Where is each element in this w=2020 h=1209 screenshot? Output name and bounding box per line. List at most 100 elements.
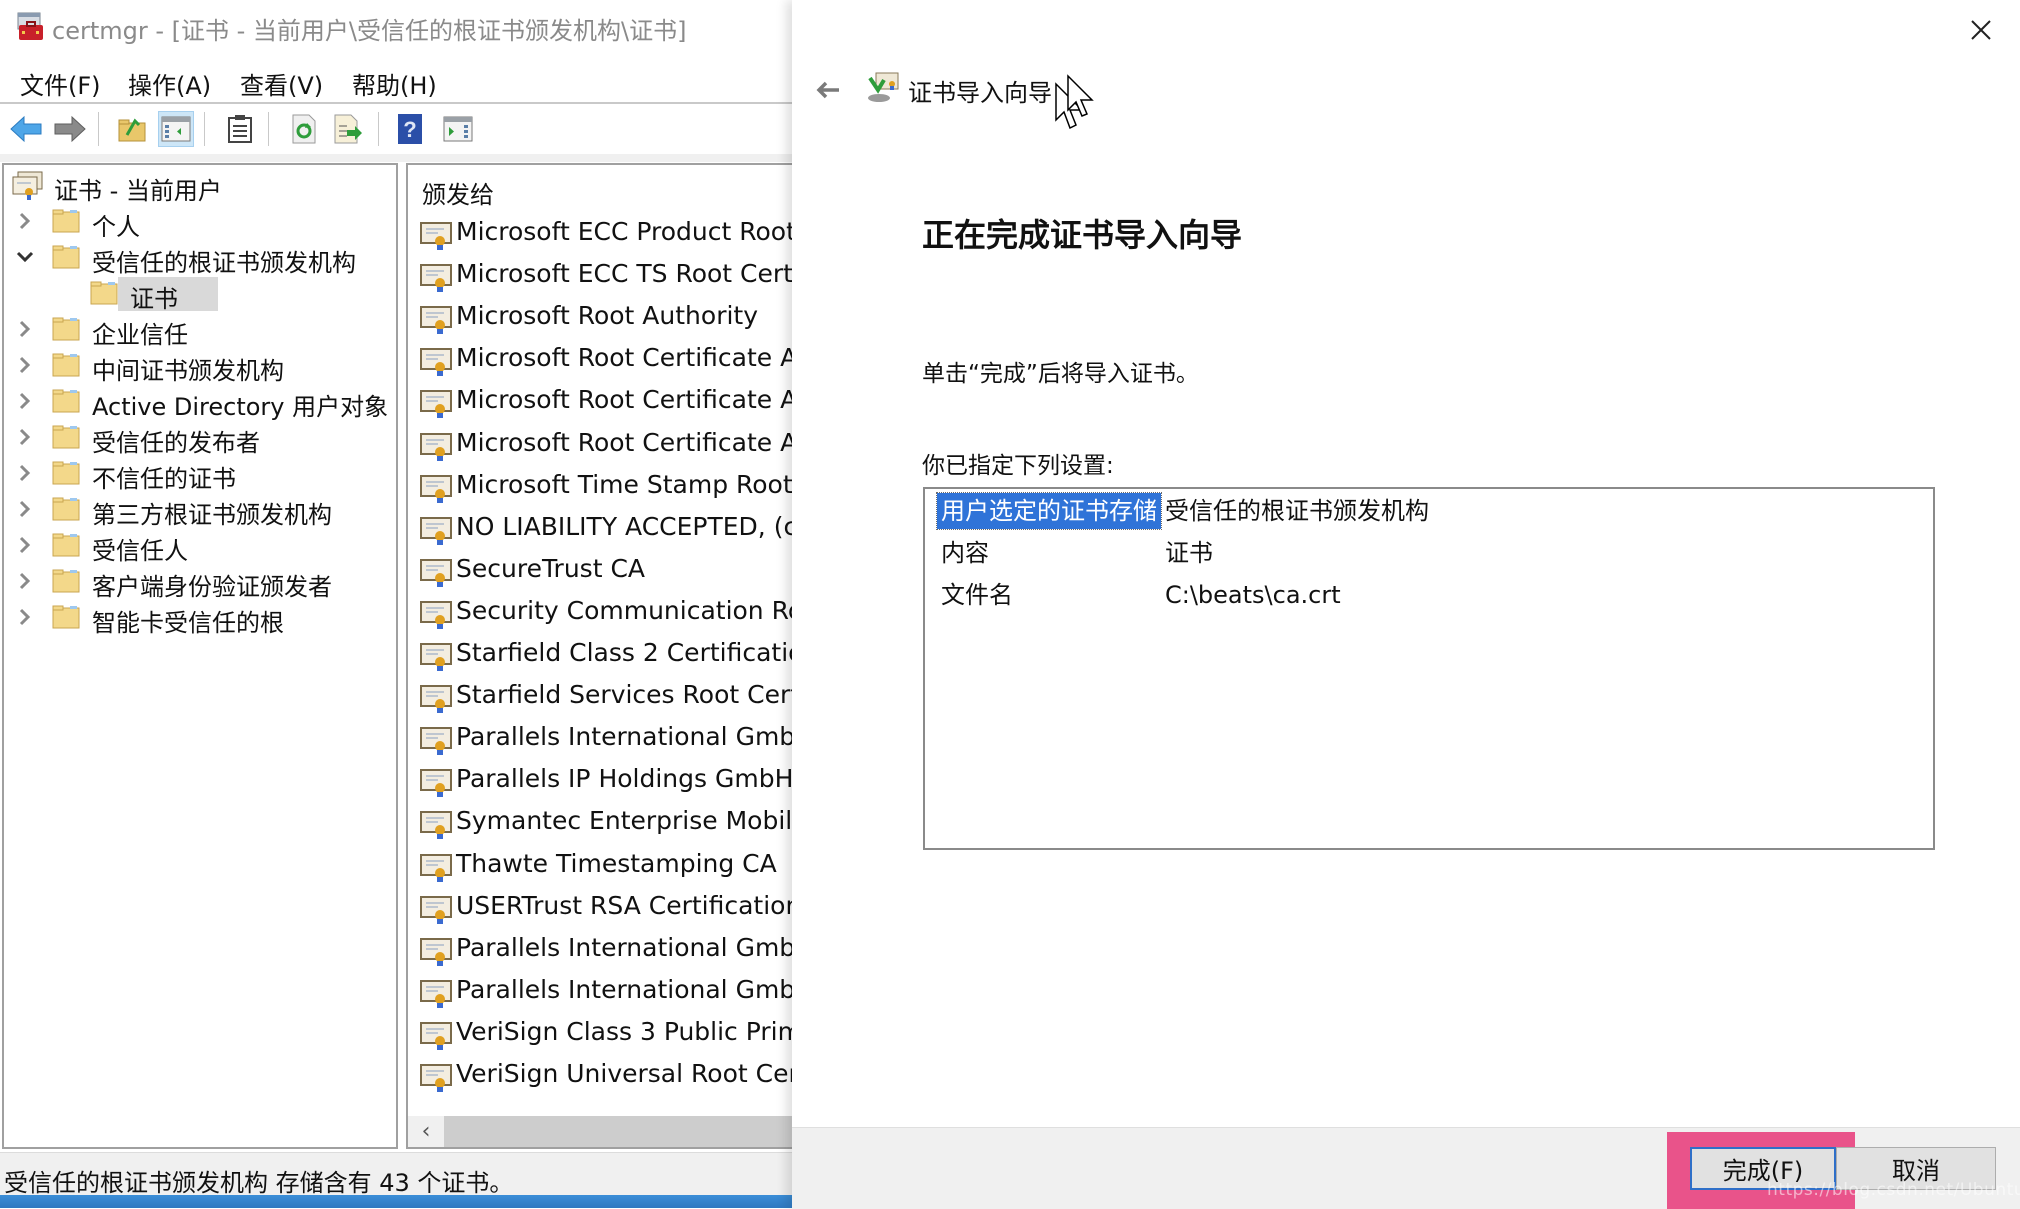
folder-icon: [52, 425, 80, 449]
chevron-right-icon[interactable]: [16, 532, 36, 558]
show-hide-tree-button[interactable]: [158, 111, 194, 147]
tree-item-label: 不信任的证书: [92, 465, 236, 493]
settings-list[interactable]: 用户选定的证书存储 受信任的根证书颁发机构 内容 证书 文件名 C:\beats…: [923, 487, 1935, 850]
list-item[interactable]: Microsoft Time Stamp Root Ce...: [420, 468, 792, 508]
certificate-icon: [420, 517, 452, 545]
scroll-left-icon[interactable]: ‹: [408, 1116, 444, 1147]
certificate-icon: [420, 559, 452, 587]
tree-item[interactable]: 客户端身份验证颁发者: [4, 565, 396, 601]
list-item[interactable]: Parallels International GmbH: [420, 931, 792, 971]
settings-row[interactable]: 内容 证书: [925, 531, 1933, 573]
tree-item-label: 证书: [130, 285, 178, 313]
copy-button[interactable]: [222, 111, 258, 147]
close-button[interactable]: [1956, 10, 2006, 50]
tree-item[interactable]: 证书: [4, 277, 396, 313]
list-item-label: Microsoft ECC Product Root C...: [456, 217, 792, 246]
tree-item[interactable]: 受信任人: [4, 529, 396, 565]
menu-view[interactable]: 查看(V): [240, 66, 323, 101]
tree-item[interactable]: 不信任的证书: [4, 457, 396, 493]
wizard-back-button[interactable]: [808, 70, 848, 110]
list-item-label: Microsoft ECC TS Root Certific...: [456, 259, 792, 288]
tree-item-label: 受信任人: [92, 537, 188, 565]
chevron-right-icon[interactable]: [16, 568, 36, 594]
folder-icon: [52, 605, 80, 629]
show-action-pane-button[interactable]: [440, 111, 476, 147]
tree-root[interactable]: 证书 - 当前用户: [4, 169, 396, 205]
settings-value: 受信任的根证书颁发机构: [1165, 497, 1429, 525]
list-item[interactable]: Security Communication Root...: [420, 594, 792, 634]
svg-text:?: ?: [403, 117, 416, 142]
menu-file[interactable]: 文件(F): [20, 66, 101, 101]
list-item[interactable]: Starfield Class 2 Certification A...: [420, 636, 792, 676]
scrollbar-thumb[interactable]: [444, 1116, 792, 1147]
list-item[interactable]: Microsoft ECC Product Root C...: [420, 215, 792, 255]
forward-arrow-icon: [54, 115, 86, 143]
chevron-right-icon[interactable]: [16, 352, 36, 378]
refresh-icon: [292, 114, 316, 144]
column-header-issued-to[interactable]: 颁发给: [422, 175, 494, 210]
help-button[interactable]: ?: [392, 111, 428, 147]
chevron-right-icon[interactable]: [16, 388, 36, 414]
certificate-icon: [420, 811, 452, 839]
list-item[interactable]: Microsoft Root Certificate Aut...: [420, 426, 792, 466]
list-item[interactable]: NO LIABILITY ACCEPTED, (c)9...: [420, 510, 792, 550]
tree-item[interactable]: 第三方根证书颁发机构: [4, 493, 396, 529]
certificate-icon: [420, 306, 452, 334]
list-item[interactable]: VeriSign Class 3 Public Primary...: [420, 1015, 792, 1055]
toolbar-separator: [204, 112, 205, 146]
certificate-icon: [420, 727, 452, 755]
tree-item[interactable]: 受信任的发布者: [4, 421, 396, 457]
list-item[interactable]: Parallels IP Holdings GmbH: [420, 762, 792, 802]
list-item[interactable]: Microsoft Root Certificate Aut...: [420, 383, 792, 423]
list-item[interactable]: Microsoft Root Authority: [420, 299, 792, 339]
menu-help[interactable]: 帮助(H): [352, 66, 437, 101]
chevron-right-icon[interactable]: [16, 316, 36, 342]
menu-action[interactable]: 操作(A): [128, 66, 211, 101]
chevron-right-icon[interactable]: [16, 424, 36, 450]
folder-icon: [90, 281, 118, 305]
tree-item[interactable]: 企业信任: [4, 313, 396, 349]
chevron-down-icon[interactable]: [16, 244, 36, 270]
folder-icon: [52, 497, 80, 521]
list-item[interactable]: SecureTrust CA: [420, 552, 792, 592]
list-item[interactable]: Microsoft ECC TS Root Certific...: [420, 257, 792, 297]
list-item-label: SecureTrust CA: [456, 554, 646, 583]
wizard-heading: 正在完成证书导入向导: [922, 216, 1243, 254]
list-item[interactable]: VeriSign Universal Root Certifi...: [420, 1057, 792, 1097]
folder-icon: [52, 389, 80, 413]
chevron-right-icon[interactable]: [16, 208, 36, 234]
tree-item[interactable]: 中间证书颁发机构: [4, 349, 396, 385]
console-tree: 证书 - 当前用户 个人 受信任的根证书颁发机构证书 企业信任 中间证书颁发机构 Act…: [2, 163, 398, 1149]
list-item[interactable]: Parallels International GmbH: [420, 973, 792, 1013]
refresh-button[interactable]: [286, 111, 322, 147]
certificate-icon: [420, 643, 452, 671]
horizontal-scrollbar[interactable]: ‹: [408, 1116, 792, 1147]
list-item[interactable]: Thawte Timestamping CA: [420, 847, 792, 887]
forward-button[interactable]: [52, 111, 88, 147]
list-item[interactable]: Microsoft Root Certificate Aut...: [420, 341, 792, 381]
list-item-label: Security Communication Root...: [456, 596, 792, 625]
back-button[interactable]: [8, 111, 44, 147]
tree-item[interactable]: Active Directory 用户对象: [4, 385, 396, 421]
settings-row[interactable]: 用户选定的证书存储 受信任的根证书颁发机构: [925, 489, 1933, 531]
tree-item[interactable]: 受信任的根证书颁发机构: [4, 241, 396, 277]
export-list-button[interactable]: [330, 111, 366, 147]
settings-row[interactable]: 文件名 C:\beats\ca.crt: [925, 573, 1933, 615]
list-item[interactable]: Parallels International Gmbh: [420, 720, 792, 760]
chevron-right-icon[interactable]: [16, 604, 36, 630]
watermark-text: https://blog.csdn.net/UbuntuTouch: [1767, 1180, 2020, 1200]
list-item[interactable]: USERTrust RSA Certification A...: [420, 889, 792, 929]
export-list-icon: [334, 114, 362, 144]
tree-item[interactable]: 个人: [4, 205, 396, 241]
list-item-label: Starfield Services Root Certific...: [456, 680, 792, 709]
certificate-icon: [420, 980, 452, 1008]
tree-item[interactable]: 智能卡受信任的根: [4, 601, 396, 637]
chevron-right-icon[interactable]: [16, 496, 36, 522]
list-item[interactable]: Symantec Enterprise Mobile R...: [420, 804, 792, 844]
list-item[interactable]: Starfield Services Root Certific...: [420, 678, 792, 718]
wizard-button-bar: 完成(F) 取消 https://blog.csdn.net/UbuntuTou…: [792, 1127, 2020, 1209]
tree-item-label: 个人: [92, 213, 140, 241]
certificate-icon: [420, 854, 452, 882]
chevron-right-icon[interactable]: [16, 460, 36, 486]
up-level-button[interactable]: [114, 111, 150, 147]
